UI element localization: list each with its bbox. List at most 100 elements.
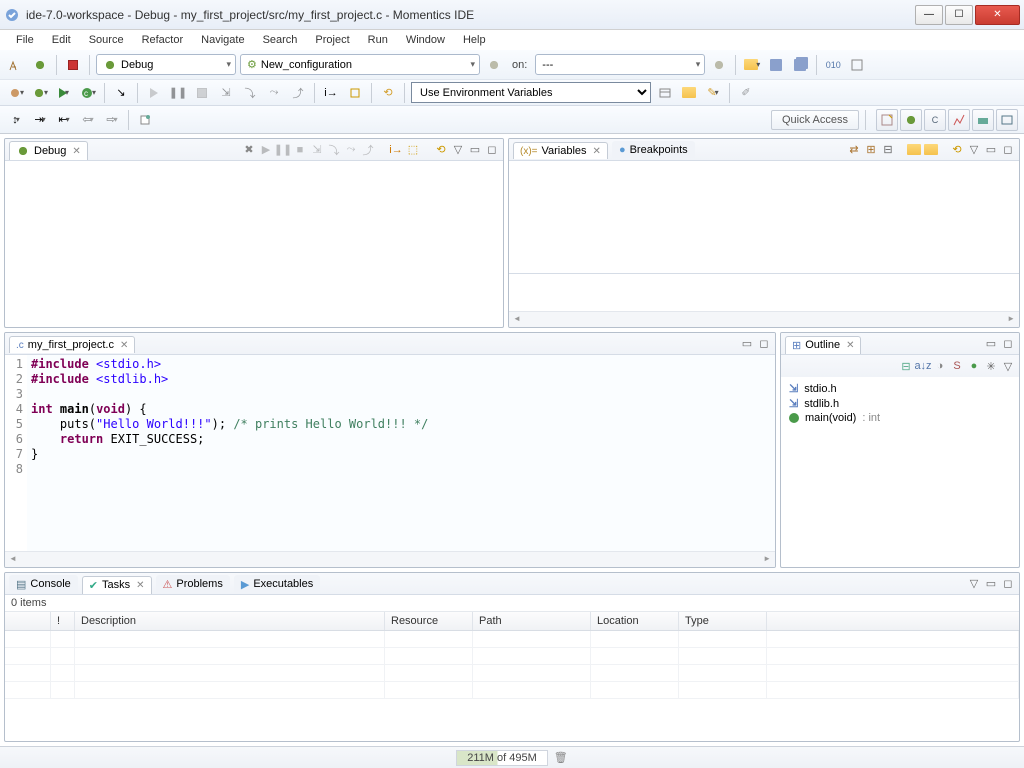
- col-blank[interactable]: [5, 612, 51, 630]
- minimize-view-icon[interactable]: ▭: [740, 337, 754, 351]
- close-icon[interactable]: ✕: [846, 340, 854, 351]
- vars-typecol-icon[interactable]: ⇄: [847, 143, 861, 157]
- outline-hidenonpub-icon[interactable]: ●: [967, 359, 981, 373]
- skip-breakpoints-icon[interactable]: ▾: [6, 83, 26, 103]
- outline-item[interactable]: ⇲stdlib.h: [789, 396, 1011, 411]
- minimize-view-icon[interactable]: ▭: [468, 143, 482, 157]
- maximize-view-icon[interactable]: ◻: [1001, 143, 1015, 157]
- var-table-icon[interactable]: [655, 83, 675, 103]
- new-wizard-icon[interactable]: ▾: [742, 55, 762, 75]
- view-menu-icon[interactable]: ▽: [1001, 359, 1015, 373]
- new-window-icon[interactable]: [847, 55, 867, 75]
- quick-access-button[interactable]: Quick Access: [771, 110, 859, 130]
- debug-restart-icon[interactable]: ⟲: [434, 143, 448, 157]
- brush-icon[interactable]: ✐: [736, 83, 756, 103]
- debug-stop-icon[interactable]: ■: [293, 143, 307, 157]
- outline-collapse-icon[interactable]: ⊟: [899, 359, 913, 373]
- code-area[interactable]: #include <stdio.h> #include <stdlib.h> i…: [27, 355, 775, 551]
- menu-file[interactable]: File: [8, 32, 42, 48]
- menu-help[interactable]: Help: [455, 32, 494, 48]
- col-type[interactable]: Type: [679, 612, 767, 630]
- outline-link-icon[interactable]: ✳: [984, 359, 998, 373]
- save-all-icon[interactable]: [790, 55, 810, 75]
- close-icon[interactable]: ✕: [593, 146, 601, 157]
- col-resource[interactable]: Resource: [385, 612, 473, 630]
- system-perspective-icon[interactable]: [996, 109, 1018, 131]
- back-icon[interactable]: ⇦▾: [78, 110, 98, 130]
- vars-tree-icon[interactable]: ⊞: [864, 143, 878, 157]
- step-over-icon[interactable]: ⤳: [264, 83, 284, 103]
- outline-hidestatic-icon[interactable]: S: [950, 359, 964, 373]
- maximize-view-icon[interactable]: ◻: [1001, 337, 1015, 351]
- forward-icon[interactable]: ⇨▾: [102, 110, 122, 130]
- minimize-view-icon[interactable]: ▭: [984, 577, 998, 591]
- view-menu-icon[interactable]: ▽: [451, 143, 465, 157]
- suspend-icon[interactable]: ❚❚: [168, 83, 188, 103]
- debug-stepin-icon[interactable]: ⤵: [327, 143, 341, 157]
- debug-instrstep-icon[interactable]: i→: [389, 143, 403, 157]
- drop-frame-icon[interactable]: [345, 83, 365, 103]
- target-combo[interactable]: ---: [535, 54, 705, 75]
- menu-navigate[interactable]: Navigate: [193, 32, 252, 48]
- coverage-dropdown-icon[interactable]: c▾: [78, 83, 98, 103]
- open-folder2-icon[interactable]: [679, 83, 699, 103]
- open-perspective-icon[interactable]: [876, 109, 898, 131]
- close-icon[interactable]: ✕: [120, 340, 128, 351]
- menu-window[interactable]: Window: [398, 32, 453, 48]
- restart-icon[interactable]: ⟲: [378, 83, 398, 103]
- outline-item[interactable]: main(void): int: [789, 411, 1011, 425]
- menu-edit[interactable]: Edit: [44, 32, 79, 48]
- save-icon[interactable]: [766, 55, 786, 75]
- problems-tab[interactable]: ⚠Problems: [156, 575, 230, 593]
- arrow-tool-icon[interactable]: ↘: [111, 83, 131, 103]
- outline-tab[interactable]: ⊞Outline✕: [785, 336, 861, 354]
- maximize-view-icon[interactable]: ◻: [1001, 577, 1015, 591]
- debug-stepover-icon[interactable]: ⤳: [344, 143, 358, 157]
- debug-resume-icon[interactable]: ▶: [259, 143, 273, 157]
- heap-status[interactable]: 211M of 495M: [456, 750, 548, 766]
- pin-editor-icon[interactable]: [135, 110, 155, 130]
- nav-next-icon[interactable]: ⇥▾: [30, 110, 50, 130]
- menu-project[interactable]: Project: [307, 32, 357, 48]
- col-path[interactable]: Path: [473, 612, 591, 630]
- menu-search[interactable]: Search: [255, 32, 306, 48]
- launch-config-combo[interactable]: ⚙New_configuration: [240, 54, 480, 75]
- menu-source[interactable]: Source: [81, 32, 132, 48]
- vars-new-icon[interactable]: [907, 143, 921, 157]
- debug-tab[interactable]: Debug✕: [9, 141, 88, 160]
- breakpoints-tab[interactable]: ●Breakpoints: [612, 141, 695, 158]
- debug-pause-icon[interactable]: ❚❚: [276, 143, 290, 157]
- step-into-icon[interactable]: ⤵: [240, 83, 260, 103]
- cpp-perspective-icon[interactable]: C: [924, 109, 946, 131]
- col-priority[interactable]: !: [51, 612, 75, 630]
- launch-mode-combo[interactable]: Debug: [96, 54, 236, 75]
- debug-drop-icon[interactable]: ⬚: [406, 143, 420, 157]
- terminate2-icon[interactable]: [192, 83, 212, 103]
- outline-item[interactable]: ⇲stdio.h: [789, 381, 1011, 396]
- debug-stepret-icon[interactable]: ⤴: [361, 143, 375, 157]
- minimize-button[interactable]: —: [915, 5, 943, 25]
- editor-tab[interactable]: .cmy_first_project.c✕: [9, 336, 135, 353]
- disconnect-icon[interactable]: ⇲: [216, 83, 236, 103]
- maximize-button[interactable]: ☐: [945, 5, 973, 25]
- debug-bug-icon[interactable]: [30, 55, 50, 75]
- outline-hidefields-icon[interactable]: ◑: [933, 359, 947, 373]
- debug-remove-icon[interactable]: ✖: [242, 143, 256, 157]
- executables-tab[interactable]: ▶Executables: [234, 575, 320, 593]
- col-description[interactable]: Description: [75, 612, 385, 630]
- resume-icon[interactable]: [144, 83, 164, 103]
- build-icon[interactable]: [6, 55, 26, 75]
- profiling-perspective-icon[interactable]: [948, 109, 970, 131]
- nav1-icon[interactable]: ↕▾: [6, 110, 26, 130]
- console-tab[interactable]: ▤Console: [9, 575, 78, 593]
- maximize-view-icon[interactable]: ◻: [757, 337, 771, 351]
- config-gear-icon[interactable]: [484, 55, 504, 75]
- hscroll[interactable]: [5, 551, 775, 567]
- nav-prev-icon[interactable]: ⇤▾: [54, 110, 74, 130]
- outline-tree[interactable]: ⇲stdio.h ⇲stdlib.h main(void): int: [781, 377, 1019, 429]
- vars-collapse-icon[interactable]: ⊟: [881, 143, 895, 157]
- memory-perspective-icon[interactable]: [972, 109, 994, 131]
- env-vars-select[interactable]: Use Environment Variables: [411, 82, 651, 103]
- variables-tab[interactable]: (x)=Variables✕: [513, 142, 608, 159]
- minimize-view-icon[interactable]: ▭: [984, 337, 998, 351]
